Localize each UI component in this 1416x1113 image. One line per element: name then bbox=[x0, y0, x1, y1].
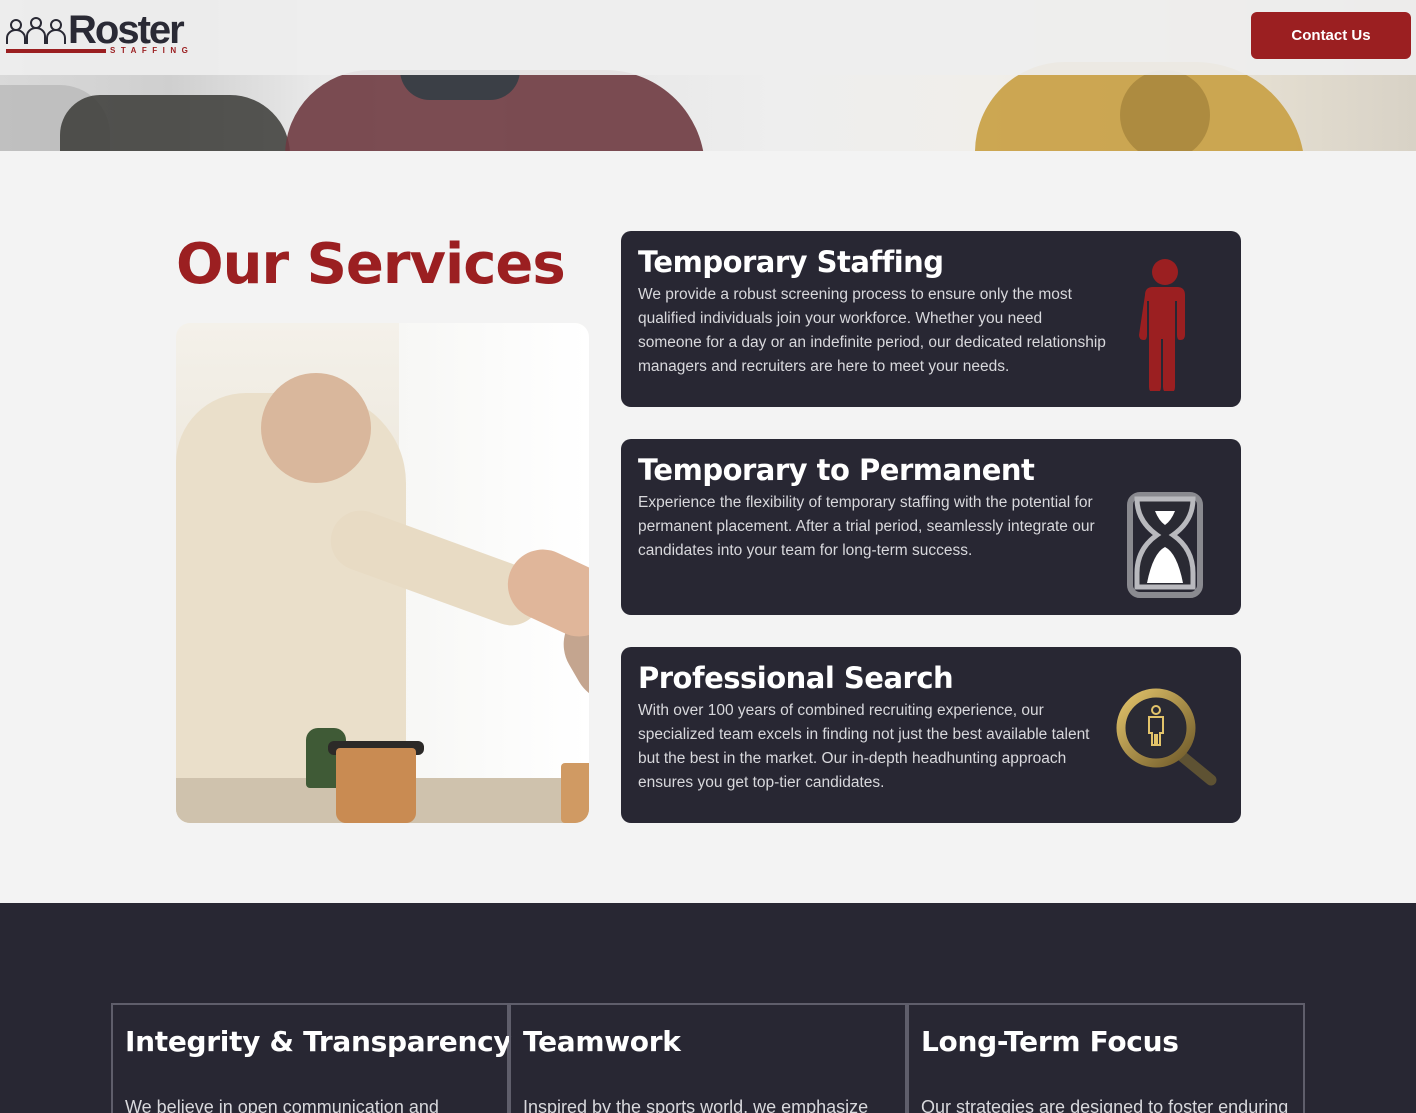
service-card-body: We provide a robust screening process to… bbox=[638, 286, 1106, 375]
values-section: Integrity & Transparency We believe in o… bbox=[0, 903, 1416, 1113]
value-card-long-term-focus: Long-Term Focus Our strategies are desig… bbox=[907, 1003, 1305, 1113]
service-card-title: Temporary Staffing bbox=[638, 245, 944, 279]
roster-staffing-logo[interactable]: Roster STAFFING bbox=[6, 8, 206, 57]
value-card-body: Our strategies are designed to foster en… bbox=[921, 1097, 1289, 1113]
service-card-temp-to-perm: Temporary to Permanent Experience the fl… bbox=[621, 439, 1241, 615]
service-card-body: With over 100 years of combined recruiti… bbox=[638, 702, 1090, 791]
value-card-title: Teamwork bbox=[523, 1025, 681, 1058]
service-card-title: Temporary to Permanent bbox=[638, 453, 1035, 487]
logo-subtitle: STAFFING bbox=[110, 46, 194, 55]
service-card-title: Professional Search bbox=[638, 661, 954, 695]
value-card-teamwork: Teamwork Inspired by the sports world, w… bbox=[509, 1003, 907, 1113]
handshake-photo bbox=[176, 323, 589, 823]
value-card-integrity: Integrity & Transparency We believe in o… bbox=[111, 1003, 512, 1113]
value-card-title: Integrity & Transparency bbox=[125, 1025, 512, 1058]
hourglass-icon bbox=[1127, 492, 1203, 598]
site-header: Roster STAFFING Contact Us bbox=[0, 0, 1416, 75]
contact-us-button[interactable]: Contact Us bbox=[1251, 12, 1411, 59]
value-card-title: Long-Term Focus bbox=[921, 1025, 1179, 1058]
service-card-professional-search: Professional Search With over 100 years … bbox=[621, 647, 1241, 823]
value-card-body: Inspired by the sports world, we emphasi… bbox=[523, 1097, 869, 1113]
magnifier-person-icon bbox=[1116, 688, 1217, 786]
value-card-body: We believe in open communication and bbox=[125, 1097, 439, 1113]
people-icon bbox=[6, 17, 66, 44]
services-heading: Our Services bbox=[176, 232, 566, 297]
logo-underline bbox=[6, 49, 106, 53]
service-card-temporary-staffing: Temporary Staffing We provide a robust s… bbox=[621, 231, 1241, 407]
person-icon bbox=[1139, 259, 1185, 391]
service-card-body: Experience the flexibility of temporary … bbox=[638, 494, 1095, 559]
